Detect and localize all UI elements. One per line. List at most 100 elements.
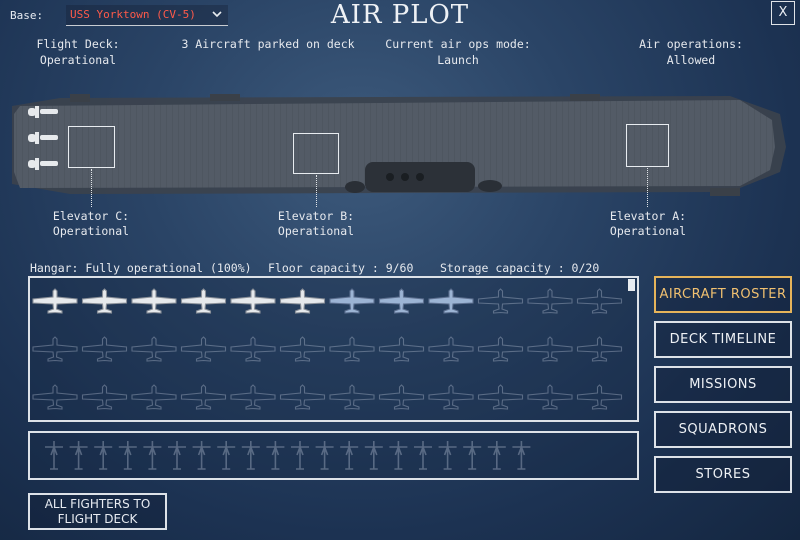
air-operations-label: Air operations:: [639, 37, 743, 51]
storage-slot-icon: [364, 441, 383, 470]
plane-icon[interactable]: [329, 288, 375, 314]
elevator-a-leader: [647, 168, 648, 207]
air-operations-status: Air operations: Allowed: [624, 37, 758, 68]
elevator-a-status: Elevator A: Operational: [593, 209, 703, 239]
page-title: AIR PLOT: [330, 0, 470, 30]
air-ops-mode: Current air ops mode: Launch: [378, 37, 538, 68]
elevator-c-value: Operational: [52, 224, 130, 238]
hangar-floor-grid[interactable]: [28, 276, 639, 422]
floor-capacity: Floor capacity : 9/60: [268, 261, 414, 275]
storage-slot-icon: [94, 441, 113, 470]
all-fighters-label-2: FLIGHT DECK: [57, 512, 138, 526]
empty-slot-icon: [527, 384, 573, 410]
elevator-a-label: Elevator A:: [609, 209, 687, 223]
elevator-c-status: Elevator C: Operational: [36, 209, 146, 239]
empty-slot-icon: [329, 336, 375, 362]
all-fighters-to-flight-deck-button[interactable]: ALL FIGHTERS TO FLIGHT DECK: [28, 493, 167, 530]
close-icon: X: [778, 5, 788, 20]
empty-slot-icon: [329, 384, 375, 410]
plane-icon[interactable]: [279, 288, 326, 314]
empty-slot-icon: [131, 336, 177, 362]
empty-slot-icon: [477, 288, 524, 314]
empty-slot-icon: [180, 336, 227, 362]
plane-icon[interactable]: [32, 288, 78, 314]
air-ops-mode-value: Launch: [437, 53, 479, 67]
empty-slot-icon: [428, 336, 474, 362]
hangar-scrollbar[interactable]: [628, 279, 635, 291]
storage-slot-icon: [438, 441, 457, 470]
missions-button[interactable]: MISSIONS: [654, 366, 792, 403]
storage-slot-icon: [118, 441, 137, 470]
empty-slot-icon: [576, 288, 623, 314]
plane-icon[interactable]: [378, 288, 425, 314]
plane-icon[interactable]: [131, 288, 177, 314]
storage-slot-icon: [389, 441, 408, 470]
deck-timeline-button[interactable]: DECK TIMELINE: [654, 321, 792, 358]
elevator-c[interactable]: [68, 126, 115, 168]
flight-deck-value: Operational: [39, 53, 117, 67]
close-button[interactable]: X: [771, 1, 795, 25]
plane-icon[interactable]: [180, 288, 227, 314]
storage-slot-icon: [192, 441, 211, 470]
elevator-b[interactable]: [293, 133, 339, 174]
plane-icon[interactable]: [81, 288, 128, 314]
carrier-deck-image: [10, 92, 790, 206]
storage-slot-icon: [487, 441, 506, 470]
parked-aircraft-count: 3 Aircraft parked on deck: [181, 37, 355, 51]
hangar-storage-grid[interactable]: [28, 431, 639, 480]
hangar-status: Hangar: Fully operational (100%): [30, 261, 252, 275]
stores-button[interactable]: STORES: [654, 456, 792, 493]
storage-slot-icon: [45, 441, 63, 470]
aircraft-roster-button[interactable]: AIRCRAFT ROSTER: [654, 276, 792, 313]
storage-slot-icon: [291, 441, 309, 470]
empty-slot-icon: [527, 336, 573, 362]
elevator-a[interactable]: [626, 124, 669, 167]
empty-slot-icon: [576, 384, 623, 410]
storage-slot-icon: [168, 441, 186, 470]
plane-icon[interactable]: [230, 288, 276, 314]
empty-slot-icon: [576, 336, 623, 362]
empty-slot-icon: [428, 384, 474, 410]
empty-slot-icon: [32, 336, 78, 362]
storage-slot-icon: [143, 441, 162, 470]
elevator-a-value: Operational: [609, 224, 687, 238]
elevator-b-leader: [316, 175, 317, 207]
storage-slot-icon: [340, 441, 359, 470]
elevator-c-leader: [91, 169, 92, 207]
storage-slot-icon: [315, 441, 334, 470]
empty-slot-icon: [131, 384, 177, 410]
storage-slot-icon: [463, 441, 482, 470]
plane-icon[interactable]: [428, 288, 474, 314]
elevator-b-status: Elevator B: Operational: [261, 209, 371, 239]
empty-slot-icon: [81, 336, 128, 362]
empty-slot-icon: [81, 384, 128, 410]
hangar-grid-canvas: [32, 288, 623, 410]
storage-slot-icon: [217, 441, 236, 470]
empty-slot-icon: [279, 384, 326, 410]
storage-slot-icon: [266, 441, 285, 470]
deck-parked-aircraft[interactable]: [28, 104, 62, 188]
all-fighters-label-1: ALL FIGHTERS TO: [44, 497, 151, 511]
empty-slot-icon: [230, 384, 276, 410]
storage-capacity: Storage capacity : 0/20: [440, 261, 600, 275]
elevator-b-label: Elevator B:: [277, 209, 355, 223]
empty-slot-icon: [378, 336, 425, 362]
storage-slot-icon: [241, 441, 260, 470]
storage-slot-icon: [69, 441, 88, 470]
air-ops-mode-label: Current air ops mode:: [385, 37, 531, 51]
flight-deck-label: Flight Deck:: [36, 37, 120, 51]
air-operations-value: Allowed: [666, 53, 716, 67]
empty-slot-icon: [477, 384, 524, 410]
storage-slot-icon: [414, 441, 432, 470]
empty-slot-icon: [180, 384, 227, 410]
flight-deck-status: Flight Deck: Operational: [23, 37, 133, 68]
empty-slot-icon: [477, 336, 524, 362]
squadrons-button[interactable]: SQUADRONS: [654, 411, 792, 448]
empty-slot-icon: [378, 384, 425, 410]
empty-slot-icon: [32, 384, 78, 410]
elevator-b-value: Operational: [277, 224, 355, 238]
empty-slot-icon: [527, 288, 573, 314]
storage-slot-icon: [512, 441, 531, 470]
empty-slot-icon: [279, 336, 326, 362]
empty-slot-icon: [230, 336, 276, 362]
